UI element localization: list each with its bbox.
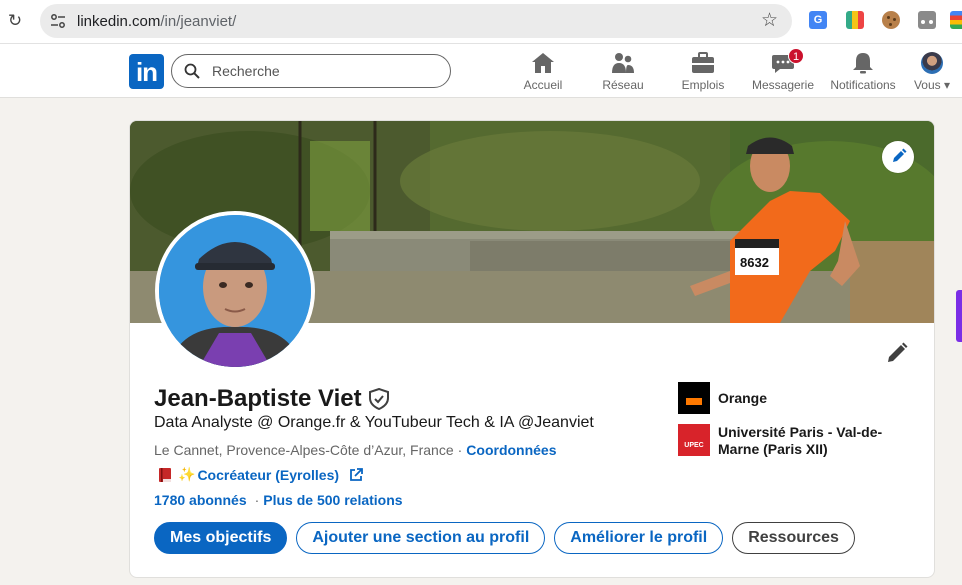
profile-actions: Mes objectifs Ajouter une section au pro… — [154, 522, 864, 554]
add-profile-section-button[interactable]: Ajouter une section au profil — [296, 522, 546, 554]
improve-profile-button[interactable]: Améliorer le profil — [554, 522, 724, 554]
search-box[interactable] — [171, 54, 451, 88]
briefcase-icon — [692, 52, 714, 73]
red-book-icon — [159, 467, 171, 482]
profile-headline: Data Analyste @ Orange.fr & YouTubeur Te… — [154, 414, 594, 431]
address-bar[interactable]: linkedin.com/in/jeanviet/ ☆ — [40, 4, 792, 38]
external-link-icon[interactable] — [349, 467, 363, 482]
network-icon — [612, 53, 634, 73]
messaging-badge: 1 — [788, 48, 804, 64]
profile-photo[interactable] — [155, 211, 315, 371]
grid-extension-icon[interactable] — [846, 11, 864, 29]
url-text[interactable]: linkedin.com/in/jeanviet/ — [77, 13, 236, 30]
reload-icon[interactable]: ↻ — [6, 10, 24, 32]
pencil-icon — [893, 148, 907, 162]
verified-shield-icon[interactable] — [368, 388, 390, 410]
nav-me-label: Vous ▾ — [913, 78, 951, 92]
nav-home-label: Accueil — [523, 78, 563, 92]
nav-messaging-label: Messagerie — [751, 78, 815, 92]
nav-jobs-label: Emplois — [681, 78, 725, 92]
location-row: Le Cannet, Provence-Alpes-Côte d’Azur, F… — [154, 442, 557, 458]
me-avatar — [921, 52, 943, 74]
followers-link[interactable]: 1780 abonnés — [154, 492, 247, 508]
incognito-extension-icon[interactable] — [918, 11, 936, 29]
edit-profile-pencil-icon[interactable] — [885, 341, 909, 365]
organizations: Orange UPEC Université Paris - Val-de-Ma… — [678, 382, 898, 468]
profile-location: Le Cannet, Provence-Alpes-Côte d’Azur, F… — [154, 442, 454, 458]
sparkles-icon: ✨ — [178, 466, 196, 482]
org-upec[interactable]: UPEC Université Paris - Val-de-Marne (Pa… — [678, 424, 898, 458]
nav-jobs[interactable]: Emplois — [663, 50, 743, 94]
org-name: Orange — [718, 390, 768, 406]
profile-card: 8632 Jean-Baptiste Viet Data Analyste @ … — [129, 120, 935, 578]
bell-icon — [853, 53, 873, 74]
nav-me[interactable]: Vous ▾ — [902, 50, 962, 94]
browser-toolbar: ↻ linkedin.com/in/jeanviet/ ☆ G — [0, 0, 962, 44]
bib-number: 8632 — [740, 255, 769, 270]
my-goals-button[interactable]: Mes objectifs — [154, 522, 288, 554]
nav-messaging[interactable]: 1 Messagerie — [743, 48, 823, 94]
cookie-extension-icon[interactable] — [882, 11, 900, 29]
orange-logo — [678, 382, 710, 414]
nav-home[interactable]: Accueil — [503, 50, 583, 94]
profile-photo-image — [159, 215, 311, 367]
name-row: Jean-Baptiste Viet — [154, 385, 390, 413]
location-separator: · — [457, 442, 463, 458]
search-icon — [184, 63, 200, 79]
linkedin-navbar: in Accueil Réseau Emplois 1 Messagerie N… — [0, 44, 962, 98]
org-name: Université Paris - Val-de-Marne (Paris X… — [718, 424, 883, 457]
nav-notifications-label: Notifications — [830, 78, 896, 92]
nav-network-label: Réseau — [602, 78, 644, 92]
stats-row: 1780 abonnés · Plus de 500 relations — [154, 492, 403, 508]
url-host: linkedin.com — [77, 13, 161, 30]
resources-button[interactable]: Ressources — [732, 522, 855, 554]
edit-banner-button[interactable] — [882, 141, 914, 173]
profile-name: Jean-Baptiste Viet — [154, 385, 362, 412]
creator-link[interactable]: Cocréateur (Eyrolles) — [197, 467, 339, 483]
nav-network[interactable]: Réseau — [583, 50, 663, 94]
connections-link[interactable]: Plus de 500 relations — [263, 492, 402, 508]
site-settings-icon[interactable] — [50, 13, 66, 29]
search-input[interactable] — [212, 61, 442, 81]
nav-notifications[interactable]: Notifications — [823, 50, 903, 94]
upec-logo: UPEC — [678, 424, 710, 456]
linkedin-logo[interactable]: in — [129, 54, 164, 89]
url-path: /in/jeanviet/ — [160, 13, 237, 30]
stats-separator: · — [254, 492, 260, 508]
bookmark-star-icon[interactable]: ☆ — [761, 9, 778, 32]
google-extension-icon[interactable] — [950, 11, 962, 29]
google-translate-extension-icon[interactable]: G — [809, 11, 827, 29]
creator-row: ✨ Cocréateur (Eyrolles) — [158, 466, 363, 483]
contact-info-link[interactable]: Coordonnées — [466, 442, 556, 458]
side-panel-edge — [956, 290, 962, 342]
home-icon — [532, 53, 554, 73]
org-orange[interactable]: Orange — [678, 382, 898, 414]
